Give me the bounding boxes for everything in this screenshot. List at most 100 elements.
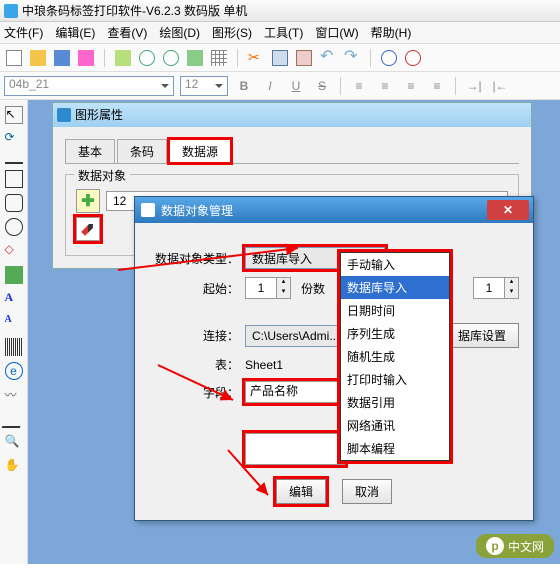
separator bbox=[455, 77, 456, 95]
polygon-tool-icon[interactable]: ◇ bbox=[5, 242, 23, 260]
new-icon[interactable] bbox=[6, 50, 22, 66]
menu-edit[interactable]: 编辑(E) bbox=[55, 22, 95, 43]
window-titlebar: 中琅条码标签打印软件-V6.2.3 数码版 单机 bbox=[0, 0, 560, 22]
pan-tool-icon[interactable]: ✋ bbox=[5, 458, 23, 476]
bold-button[interactable]: B bbox=[234, 76, 254, 96]
type-dropdown[interactable]: 手动输入 数据库导入 日期时间 序列生成 随机生成 打印时输入 数据引用 网络通… bbox=[340, 252, 450, 461]
line-tool-icon[interactable] bbox=[5, 162, 23, 164]
roundrect-tool-icon[interactable] bbox=[5, 194, 23, 212]
barcode-tool-icon[interactable] bbox=[5, 338, 23, 356]
grid-icon[interactable] bbox=[211, 50, 227, 66]
field-value: 产品名称 bbox=[250, 384, 298, 398]
curve-tool-icon[interactable]: 〰 bbox=[5, 386, 23, 404]
menu-shape[interactable]: 图形(S) bbox=[212, 22, 252, 43]
refresh-icon[interactable] bbox=[187, 50, 203, 66]
rotate-tool-icon[interactable]: ⟳ bbox=[5, 130, 23, 148]
preview-box bbox=[245, 433, 345, 465]
option-script[interactable]: 脚本编程 bbox=[341, 437, 449, 460]
ellipse-tool-icon[interactable] bbox=[5, 218, 23, 236]
save-icon[interactable] bbox=[54, 50, 70, 66]
menu-bar: 文件(F) 编辑(E) 查看(V) 绘图(D) 图形(S) 工具(T) 窗口(W… bbox=[0, 22, 560, 44]
paste-icon[interactable] bbox=[296, 50, 312, 66]
underline-button[interactable]: U bbox=[286, 76, 306, 96]
copy-icon[interactable] bbox=[272, 50, 288, 66]
option-ref[interactable]: 数据引用 bbox=[341, 391, 449, 414]
option-print[interactable]: 打印时输入 bbox=[341, 368, 449, 391]
spin-down-icon[interactable]: ▾ bbox=[276, 288, 290, 298]
option-rand[interactable]: 随机生成 bbox=[341, 345, 449, 368]
type-select-value: 数据库导入 bbox=[252, 250, 312, 267]
cancel-button[interactable]: 取消 bbox=[342, 479, 392, 504]
print-icon[interactable] bbox=[78, 50, 94, 66]
align-justify-button[interactable]: ≡ bbox=[427, 76, 447, 96]
magnify-tool-icon[interactable]: 🔍 bbox=[5, 434, 23, 452]
menu-help[interactable]: 帮助(H) bbox=[371, 22, 412, 43]
option-manual[interactable]: 手动输入 bbox=[341, 253, 449, 276]
pointer-tool-icon[interactable]: ↖ bbox=[5, 106, 23, 124]
help-tool-icon[interactable]: e bbox=[5, 362, 23, 380]
outdent-button[interactable]: |← bbox=[490, 76, 510, 96]
edit-data-button[interactable] bbox=[76, 217, 100, 241]
start-spinner[interactable]: ▴▾ bbox=[245, 277, 291, 299]
field-input[interactable]: 产品名称 bbox=[245, 381, 345, 403]
tab-basic[interactable]: 基本 bbox=[65, 139, 115, 163]
separator bbox=[104, 49, 105, 67]
tool-palette: ↖ ⟳ ◇ A A e 〰 🔍 ✋ bbox=[0, 100, 28, 564]
option-date[interactable]: 日期时间 bbox=[341, 299, 449, 322]
option-net[interactable]: 网络通讯 bbox=[341, 414, 449, 437]
undo-icon[interactable]: ↶ bbox=[320, 50, 336, 66]
menu-draw[interactable]: 绘图(D) bbox=[159, 22, 200, 43]
menu-view[interactable]: 查看(V) bbox=[107, 22, 147, 43]
db-settings-button[interactable]: 据库设置 bbox=[445, 323, 519, 348]
panel-tabs: 基本 条码 数据源 bbox=[65, 139, 519, 164]
sheet-value: Sheet1 bbox=[245, 358, 283, 372]
zoom-icon[interactable] bbox=[139, 50, 155, 66]
indent-button[interactable]: →| bbox=[464, 76, 484, 96]
add-data-button[interactable]: ✚ bbox=[76, 189, 100, 213]
type-label: 数据对象类型： bbox=[149, 250, 239, 267]
image-tool-icon[interactable] bbox=[5, 266, 23, 284]
spin-down-icon[interactable]: ▾ bbox=[504, 288, 518, 298]
close-button[interactable]: ✕ bbox=[487, 200, 529, 220]
copies-input[interactable] bbox=[474, 278, 504, 298]
conn-label: 连接： bbox=[149, 327, 239, 344]
option-db[interactable]: 数据库导入 bbox=[341, 276, 449, 299]
font-name-combo[interactable]: 04b_21 bbox=[4, 76, 174, 96]
watermark-badge: p 中文网 bbox=[476, 534, 554, 558]
font-name-value: 04b_21 bbox=[9, 77, 49, 91]
redo-icon[interactable]: ↷ bbox=[344, 50, 360, 66]
strike-button[interactable]: S bbox=[312, 76, 332, 96]
separator bbox=[237, 49, 238, 67]
zoom-fit-icon[interactable] bbox=[163, 50, 179, 66]
zoom-in-icon[interactable] bbox=[381, 50, 397, 66]
spin-up-icon[interactable]: ▴ bbox=[276, 278, 290, 288]
richtext-tool-icon[interactable]: A bbox=[5, 314, 23, 332]
start-label: 起始： bbox=[149, 280, 239, 297]
tab-datasource[interactable]: 数据源 bbox=[169, 139, 231, 163]
zoom-out-icon[interactable] bbox=[405, 50, 421, 66]
menu-tool[interactable]: 工具(T) bbox=[264, 22, 303, 43]
align-left-button[interactable]: ≡ bbox=[349, 76, 369, 96]
italic-button[interactable]: I bbox=[260, 76, 280, 96]
sheet-label: 表： bbox=[149, 356, 239, 373]
option-seq[interactable]: 序列生成 bbox=[341, 322, 449, 345]
dialog-titlebar[interactable]: 数据对象管理 ✕ bbox=[135, 197, 533, 223]
tab-barcode[interactable]: 条码 bbox=[117, 139, 167, 163]
start-input[interactable] bbox=[246, 278, 276, 298]
diag-tool-icon[interactable] bbox=[1, 410, 26, 428]
align-center-button[interactable]: ≡ bbox=[375, 76, 395, 96]
rect-tool-icon[interactable] bbox=[5, 170, 23, 188]
main-toolbar: ✂ ↶ ↷ bbox=[0, 44, 560, 72]
dialog-icon bbox=[141, 203, 155, 217]
open-icon[interactable] bbox=[30, 50, 46, 66]
font-size-combo[interactable]: 12 bbox=[180, 76, 228, 96]
copies-spinner[interactable]: ▴▾ bbox=[473, 277, 519, 299]
database-icon[interactable] bbox=[115, 50, 131, 66]
text-tool-icon[interactable]: A bbox=[5, 290, 23, 308]
edit-button[interactable]: 编辑 bbox=[276, 479, 326, 504]
cut-icon[interactable]: ✂ bbox=[248, 50, 264, 66]
spin-up-icon[interactable]: ▴ bbox=[504, 278, 518, 288]
align-right-button[interactable]: ≡ bbox=[401, 76, 421, 96]
menu-file[interactable]: 文件(F) bbox=[4, 22, 43, 43]
menu-window[interactable]: 窗口(W) bbox=[315, 22, 358, 43]
